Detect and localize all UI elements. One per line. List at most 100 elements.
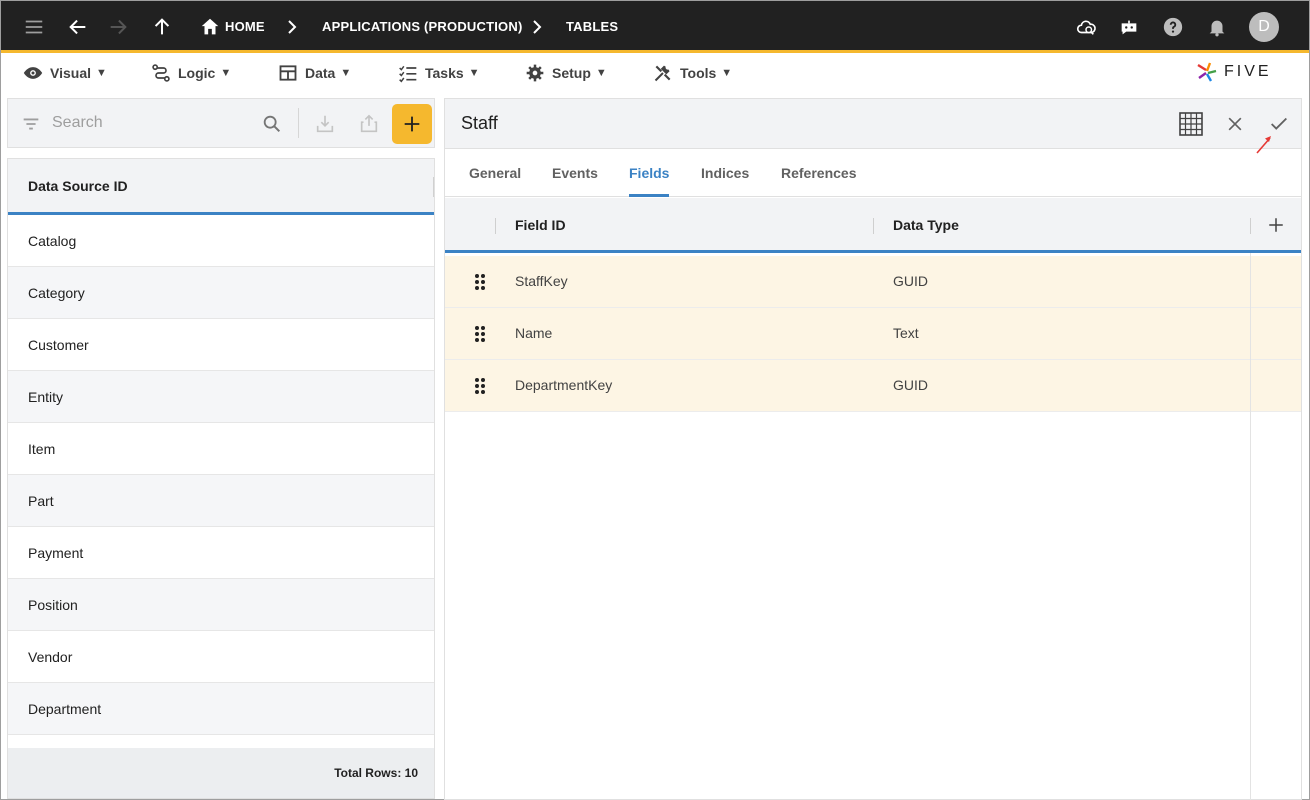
forward-arrow-icon[interactable] [105,14,131,40]
chevron-right-icon [533,20,542,34]
data-source-list: Data Source ID Catalog Category Customer… [7,158,435,799]
column-divider [495,218,496,234]
import-icon[interactable] [312,111,338,137]
hamburger-menu-icon[interactable] [21,14,47,40]
main-menu-bar: Visual ▼ Logic ▼ Data ▼ Tasks ▼ Setup ▼ Tools… [1,56,1309,90]
tab-events[interactable]: Events [552,165,598,181]
menu-label: Setup [552,65,591,81]
list-item[interactable]: Position [8,579,434,631]
cell-data-type: GUID [893,273,928,289]
form-header: Staff [445,99,1301,149]
notification-bell-icon[interactable] [1204,14,1230,40]
gear-icon [526,64,544,82]
table-row[interactable]: DepartmentKey GUID [445,360,1301,412]
top-app-bar: HOME APPLICATIONS (PRODUCTION) TABLES D [1,1,1309,53]
list-item[interactable]: Customer [8,319,434,371]
column-header-label: Data Source ID [28,177,128,194]
menu-label: Logic [178,65,216,81]
cell-field-id: StaffKey [515,273,568,289]
drag-handle-icon[interactable] [473,376,487,396]
tab-indices[interactable]: Indices [701,165,749,181]
chevron-right-icon [288,20,297,34]
menu-data[interactable]: Data ▼ [278,62,351,84]
list-item[interactable]: Department [8,683,434,735]
cloud-sync-icon[interactable] [1073,14,1099,40]
menu-tasks[interactable]: Tasks ▼ [398,62,480,84]
total-rows-label: Total Rows: 10 [334,766,418,780]
form-title: Staff [461,113,498,133]
tab-references[interactable]: References [781,165,857,181]
caret-down-icon: ▼ [220,67,232,79]
total-rows-footer: Total Rows: 10 [8,748,434,798]
menu-tools[interactable]: Tools ▼ [653,62,732,84]
column-header-data-type[interactable]: Data Type [893,217,959,233]
list-item[interactable]: Payment [8,527,434,579]
home-icon[interactable] [197,14,223,40]
add-record-button[interactable] [392,104,432,144]
active-tab-indicator [629,194,669,197]
caret-down-icon: ▼ [96,67,107,79]
menu-visual[interactable]: Visual ▼ [23,62,107,84]
menu-label: Visual [50,65,91,81]
tab-fields[interactable]: Fields [629,165,669,181]
search-input[interactable] [52,111,252,135]
list-item[interactable]: Item [8,423,434,475]
menu-label: Data [305,65,336,81]
cell-field-id: DepartmentKey [515,377,613,393]
five-logo: FIVE [1196,59,1291,85]
add-field-icon[interactable] [1267,216,1285,234]
list-item[interactable]: Category [8,267,434,319]
cell-field-id: Name [515,325,553,341]
menu-setup[interactable]: Setup ▼ [525,62,607,84]
list-toolbar [7,98,435,148]
caret-down-icon: ▼ [595,67,607,79]
list-item[interactable]: Catalog [8,215,434,267]
tools-icon [654,65,671,82]
fields-grid-header: Field ID Data Type [445,198,1301,253]
logic-icon [152,64,170,82]
column-divider [1250,218,1251,234]
list-item[interactable]: Entity [8,371,434,423]
tab-general[interactable]: General [469,165,521,181]
column-divider [873,218,874,234]
column-divider [433,177,434,197]
list-item[interactable]: Vendor [8,631,434,683]
column-header-data-source-id[interactable]: Data Source ID [8,159,434,215]
table-row[interactable]: StaffKey GUID [445,256,1301,308]
breadcrumb-home[interactable]: HOME [225,19,265,34]
logo-text: FIVE [1224,63,1272,80]
breadcrumb-applications[interactable]: APPLICATIONS (PRODUCTION) [322,19,522,34]
caret-down-icon: ▼ [721,67,733,79]
help-icon[interactable] [1160,14,1186,40]
drag-handle-icon[interactable] [473,272,487,292]
record-form-panel: Staff General Events Fields Indices Refe… [444,98,1302,800]
plus-icon [404,116,420,132]
drag-handle-icon[interactable] [473,324,487,344]
cell-data-type: Text [893,325,919,341]
menu-logic[interactable]: Logic ▼ [151,62,231,84]
caret-down-icon: ▼ [340,67,352,79]
export-icon[interactable] [356,111,382,137]
breadcrumb-tables[interactable]: TABLES [566,19,618,34]
caret-down-icon: ▼ [468,67,480,79]
up-arrow-icon[interactable] [149,14,175,40]
back-arrow-icon[interactable] [65,14,91,40]
cell-data-type: GUID [893,377,928,393]
table-icon [279,65,297,81]
tasks-icon [399,65,417,83]
toolbar-divider [298,108,299,138]
column-divider [1250,253,1251,800]
table-row[interactable]: Name Text [445,308,1301,360]
chatbot-icon[interactable] [1116,14,1142,40]
search-icon[interactable] [259,111,285,137]
five-logo-icon [1197,62,1217,82]
avatar[interactable]: D [1249,12,1279,42]
list-item[interactable]: Part [8,475,434,527]
menu-label: Tools [680,65,717,81]
close-icon[interactable] [1222,111,1248,137]
grid-view-icon[interactable] [1178,111,1204,137]
filter-icon[interactable] [18,111,44,137]
column-header-field-id[interactable]: Field ID [515,217,566,233]
eye-icon [23,67,43,79]
menu-label: Tasks [425,65,464,81]
